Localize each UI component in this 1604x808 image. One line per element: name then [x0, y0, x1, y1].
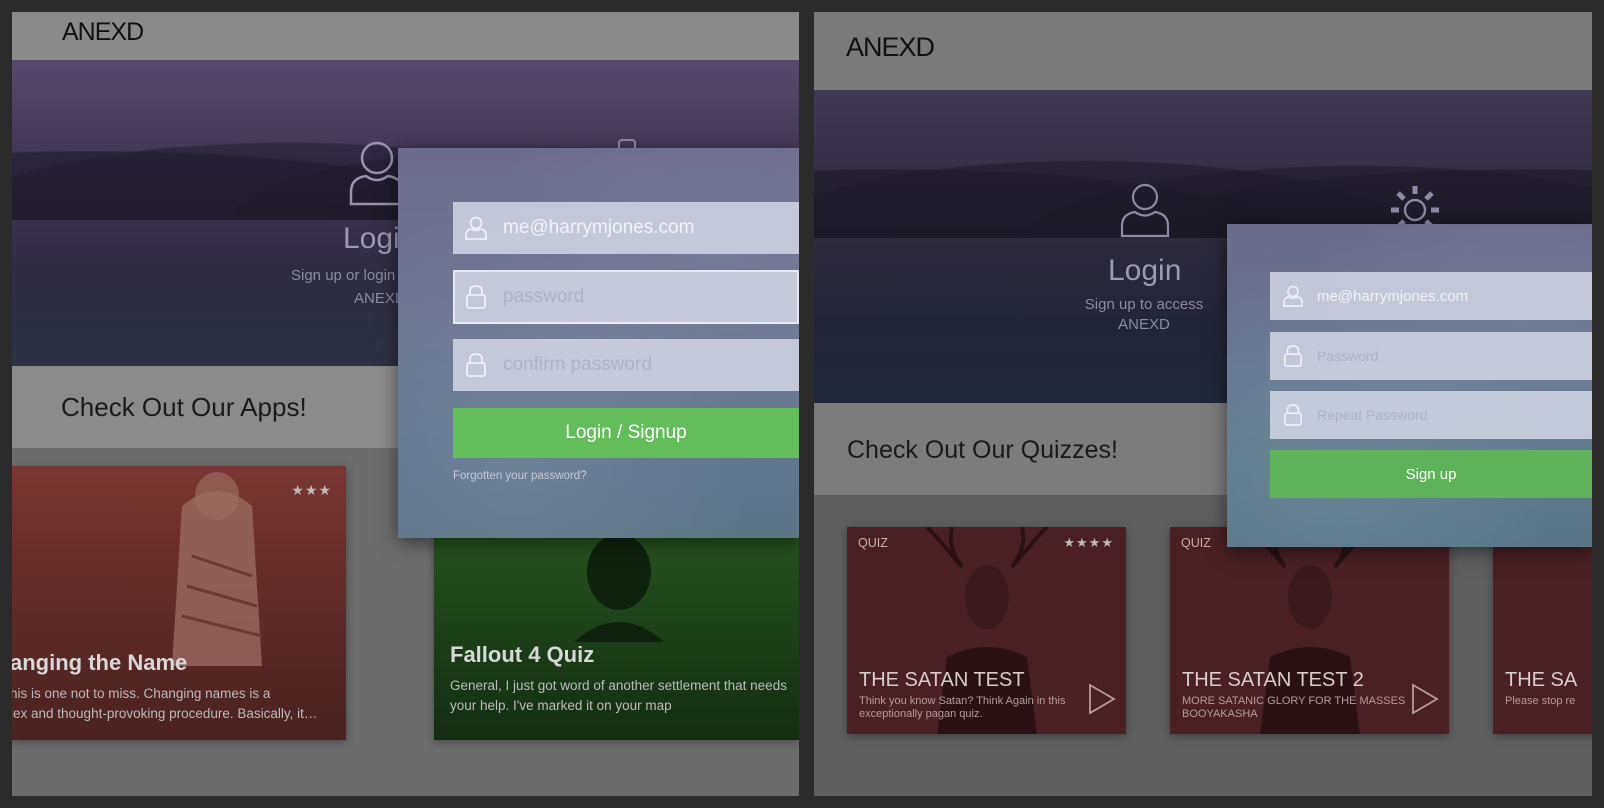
- card-title: Fallout 4 Quiz: [450, 642, 595, 667]
- card-description-line: lex and thought-provoking procedure. Bas…: [12, 706, 318, 721]
- hero-subtitle: Sign up to access: [1084, 296, 1204, 313]
- signup-button[interactable]: Sign up: [1270, 450, 1592, 498]
- hero-subtitle-2: ANEXD: [1118, 316, 1170, 333]
- lock-icon: [466, 353, 486, 377]
- gear-icon: [1391, 186, 1439, 228]
- card-description-line: exceptionally pagan quiz.: [859, 708, 983, 720]
- email-value: me@harrymjones.com: [503, 217, 695, 238]
- top-bar: ANEXD: [814, 12, 1592, 90]
- card-description-line: his is one not to miss. Changing names i…: [12, 686, 271, 701]
- lock-icon: [466, 285, 486, 309]
- section-title: Check Out Our Apps!: [61, 392, 307, 422]
- login-modal: me@harrymjones.com password confirm pass…: [398, 148, 799, 538]
- card-title: THE SA: [1505, 669, 1578, 691]
- rating-stars: ★★★★: [1063, 535, 1114, 550]
- repeat-password-placeholder: Repeat Password: [1317, 407, 1428, 423]
- section-title: Check Out Our Quizzes!: [847, 436, 1118, 464]
- hero-subtitle: Sign up or login: [291, 267, 396, 284]
- hero-trees: [814, 118, 1592, 238]
- password-placeholder: Password: [1317, 348, 1379, 364]
- lock-icon: [1284, 404, 1302, 426]
- card-description: General, I just got word of another sett…: [450, 676, 795, 716]
- card-description-line: your help. I've marked it on your map: [450, 698, 672, 713]
- email-field[interactable]: me@harrymjones.com: [1270, 272, 1592, 320]
- card-description: Think you know Satan? Think Again in thi…: [859, 695, 1065, 721]
- user-icon: [1283, 285, 1303, 307]
- card-description-line: MORE SATANIC GLORY FOR THE MASSES: [1182, 695, 1406, 707]
- card-description-line: General, I just got word of another sett…: [450, 678, 787, 693]
- card-image: [172, 472, 263, 666]
- email-field[interactable]: me@harrymjones.com: [453, 202, 799, 254]
- lock-icon: [1284, 345, 1302, 367]
- card-title: anging the Name: [12, 650, 188, 675]
- confirm-password-field[interactable]: confirm password: [453, 339, 799, 391]
- repeat-password-field[interactable]: Repeat Password: [1270, 391, 1592, 439]
- quiz-tag: QUIZ: [1181, 536, 1211, 550]
- card-description: MORE SATANIC GLORY FOR THE MASSES BOOYAK…: [1182, 695, 1405, 721]
- confirm-password-placeholder: confirm password: [503, 354, 652, 375]
- logo[interactable]: ANEXD: [62, 18, 144, 47]
- card-description: his is one not to miss. Changing names i…: [12, 684, 340, 724]
- hero-title: Logi: [343, 222, 400, 255]
- quiz-card[interactable]: THE SA Please stop re: [1493, 527, 1592, 734]
- logo[interactable]: ANEXD: [846, 32, 935, 63]
- rating-stars: ★★★: [291, 482, 332, 498]
- app-card[interactable]: Fallout 4 Quiz General, I just got word …: [434, 532, 799, 740]
- password-field[interactable]: Password: [1270, 332, 1592, 380]
- app-card[interactable]: ★★★ anging the Name his is one not to mi…: [12, 466, 346, 740]
- card-image: [574, 534, 664, 642]
- card-description-line: BOOYAKASHA: [1182, 708, 1258, 720]
- forgot-password-link[interactable]: Forgotten your password?: [453, 470, 587, 482]
- top-bar: ANEXD: [12, 12, 799, 60]
- user-icon: [465, 216, 487, 240]
- right-screen: ANEXD Login Sign up to access ANEXD Chec…: [814, 12, 1592, 796]
- play-icon[interactable]: [1410, 682, 1440, 716]
- user-icon: [1120, 183, 1170, 238]
- play-icon[interactable]: [1087, 682, 1117, 716]
- left-screen: ANEXD Logi Sign up or login ANEXD Check …: [12, 12, 799, 796]
- card-title: THE SATAN TEST: [859, 669, 1025, 691]
- card-description: Please stop re: [1505, 695, 1576, 707]
- card-title: THE SATAN TEST 2: [1182, 669, 1364, 691]
- hero-title: Login: [1108, 254, 1182, 287]
- login-signup-button[interactable]: Login / Signup: [453, 408, 799, 458]
- quiz-tag: QUIZ: [858, 536, 888, 550]
- password-field[interactable]: password: [453, 270, 799, 324]
- quiz-card[interactable]: QUIZ ★★★★ THE SATAN TEST Think you know …: [847, 527, 1126, 734]
- signup-modal: me@harrymjones.com Password Repeat Passw…: [1227, 224, 1592, 547]
- email-value: me@harrymjones.com: [1317, 287, 1469, 305]
- card-description-line: Think you know Satan? Think Again in thi…: [859, 695, 1066, 707]
- quiz-card[interactable]: QUIZ THE SATAN TEST 2 MORE SATANIC GLORY…: [1170, 527, 1449, 734]
- password-placeholder: password: [503, 286, 585, 307]
